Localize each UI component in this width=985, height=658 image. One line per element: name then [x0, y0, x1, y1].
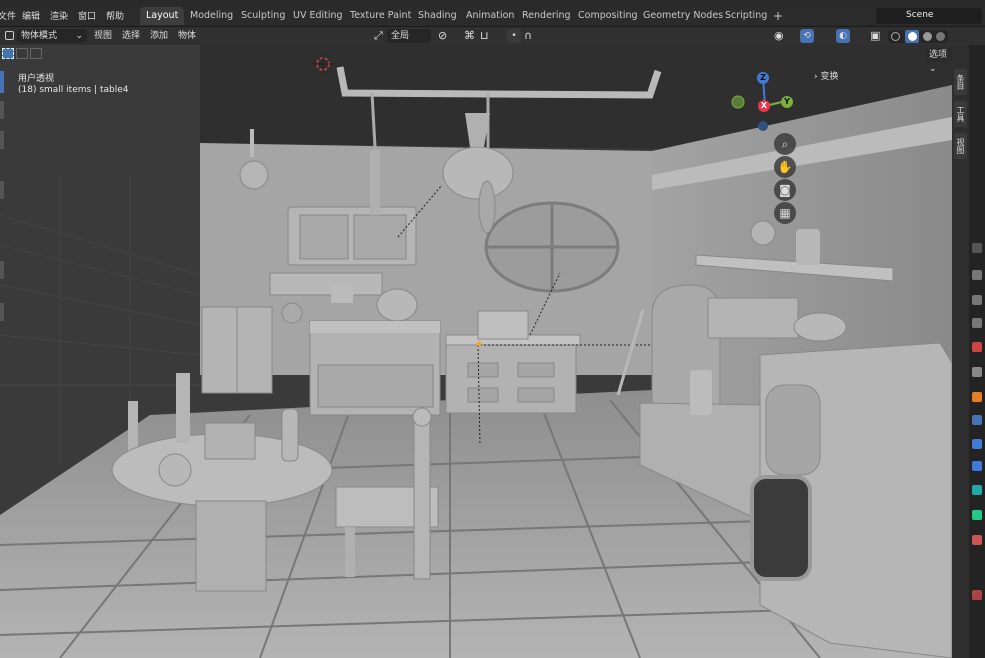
tab-sculpting[interactable]: Sculpting: [235, 7, 291, 25]
gizmo-x-axis[interactable]: X: [758, 100, 770, 112]
pivot-icon[interactable]: ⊘: [438, 29, 447, 43]
camera-icon[interactable]: ◙: [774, 179, 796, 201]
tab-shading[interactable]: Shading: [412, 7, 463, 25]
material-shading-icon[interactable]: [923, 32, 932, 41]
render-properties-icon[interactable]: [972, 270, 982, 280]
select-extend-icon[interactable]: [16, 48, 28, 59]
tab-uv-editing[interactable]: UV Editing: [287, 7, 349, 25]
wireframe-shading-icon[interactable]: [891, 32, 900, 41]
kitchen-scene: [0, 45, 952, 658]
zoom-icon[interactable]: ⌕: [774, 133, 796, 155]
xray-icon[interactable]: ▣: [870, 29, 880, 43]
tab-modeling[interactable]: Modeling: [184, 7, 239, 25]
pan-hand-icon[interactable]: ✋: [774, 156, 796, 178]
select-subtract-icon[interactable]: [30, 48, 42, 59]
menu-window[interactable]: 窗口: [78, 9, 96, 22]
tab-tool[interactable]: 工具: [954, 101, 967, 127]
select-mode-buttons: [2, 47, 42, 61]
material-properties-icon[interactable]: [972, 535, 982, 545]
tab-item[interactable]: 条目: [954, 69, 967, 95]
menu-edit[interactable]: 编辑: [22, 9, 40, 22]
n-panel-tabs: 条目 工具 视图: [952, 45, 969, 658]
tab-layout[interactable]: Layout: [140, 7, 185, 25]
transform-panel-header[interactable]: › 变换: [814, 69, 838, 82]
constraints-properties-icon[interactable]: [972, 485, 982, 495]
mode-dropdown[interactable]: 物体模式 ⌄: [17, 29, 87, 43]
snap-icon[interactable]: ⌘: [464, 29, 475, 43]
viewport-collection-label: (18) small items | table4: [18, 85, 129, 95]
add-workspace-button[interactable]: +: [767, 7, 789, 25]
tool-properties-icon[interactable]: [972, 243, 982, 253]
editor-type-icon[interactable]: [5, 31, 14, 40]
proportional-edit-icon[interactable]: •: [507, 29, 521, 43]
menu-object[interactable]: 物体: [178, 29, 196, 43]
tab-rendering[interactable]: Rendering: [516, 7, 577, 25]
tab-compositing[interactable]: Compositing: [572, 7, 644, 25]
viewport-perspective-label: 用户透视: [18, 74, 55, 84]
texture-properties-icon[interactable]: [972, 590, 982, 600]
gizmo-z-axis[interactable]: Z: [757, 72, 769, 84]
scene-properties-icon[interactable]: [972, 342, 982, 352]
menu-select[interactable]: 选择: [122, 29, 140, 43]
rendered-shading-icon[interactable]: [936, 32, 945, 41]
modifier-properties-icon[interactable]: [972, 415, 982, 425]
tool-shelf-edge[interactable]: [0, 71, 4, 321]
menu-render[interactable]: 渲染: [50, 9, 68, 22]
object-properties-icon[interactable]: [972, 392, 982, 402]
chevron-down-icon: ⌄: [75, 31, 83, 41]
data-properties-icon[interactable]: [972, 510, 982, 520]
tab-texture-paint[interactable]: Texture Paint: [344, 7, 417, 25]
menu-view[interactable]: 视图: [94, 29, 112, 43]
properties-editor-tabs: [969, 45, 985, 658]
grid-view-icon[interactable]: ▦: [774, 202, 796, 224]
tab-animation[interactable]: Animation: [460, 7, 520, 25]
overlay-toggle-icon[interactable]: ◐: [836, 29, 850, 43]
view-layer-properties-icon[interactable]: [972, 318, 982, 328]
tab-view[interactable]: 视图: [954, 133, 967, 159]
options-dropdown[interactable]: 选项 ⌄: [925, 48, 952, 74]
particles-properties-icon[interactable]: [972, 439, 982, 449]
top-bar: 文件 编辑 渲染 窗口 帮助 Layout Modeling Sculpting…: [0, 5, 985, 27]
menu-help[interactable]: 帮助: [106, 9, 124, 22]
tab-geometry-nodes[interactable]: Geometry Nodes: [637, 7, 729, 25]
output-properties-icon[interactable]: [972, 295, 982, 305]
snap-increment-icon[interactable]: ⊔: [480, 29, 489, 43]
visibility-icon[interactable]: ◉: [774, 29, 784, 43]
viewport-header: 物体模式 ⌄ 视图 选择 添加 物体 ⤢ 全局 ⊘ ⌘ ⊔ • ∩ ◉ ⟲ ◐ ▣: [0, 27, 985, 45]
menu-file[interactable]: 文件: [0, 9, 16, 22]
gizmo-y-axis[interactable]: Y: [781, 96, 793, 108]
gizmo-toggle-icon[interactable]: ⟲: [800, 29, 814, 43]
shading-buttons: [888, 30, 948, 43]
solid-shading-icon[interactable]: [905, 30, 919, 43]
transform-orientation-dropdown[interactable]: 全局: [387, 29, 431, 43]
orientation-icon[interactable]: ⤢: [374, 29, 383, 43]
tab-scripting[interactable]: Scripting: [719, 7, 773, 25]
physics-properties-icon[interactable]: [972, 461, 982, 471]
3d-viewport[interactable]: 用户透视 (18) small items | table4 选项 ⌄ › 变换: [0, 45, 952, 658]
menu-add[interactable]: 添加: [150, 29, 168, 43]
scene-selector[interactable]: Scene: [876, 8, 982, 24]
world-properties-icon[interactable]: [972, 367, 982, 377]
falloff-icon[interactable]: ∩: [524, 29, 532, 43]
select-box-icon[interactable]: [2, 48, 14, 59]
